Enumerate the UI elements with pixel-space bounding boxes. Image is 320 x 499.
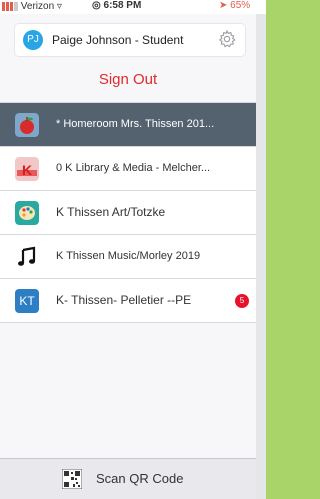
avatar: PJ: [23, 30, 43, 50]
scan-qr-button[interactable]: Scan QR Code: [0, 458, 256, 499]
qr-code-icon: [62, 469, 82, 489]
apple-icon: [15, 113, 39, 137]
alarm-icon: ◎: [92, 0, 101, 11]
class-label: K- Thissen- Pelletier --PE: [56, 293, 192, 307]
class-label: 0 K Library & Media - Melcher...: [56, 162, 211, 174]
user-card[interactable]: PJ Paige Johnson - Student: [14, 23, 246, 57]
clock: ◎ 6:58 PM: [92, 0, 141, 11]
wifi-icon: ▿: [56, 1, 62, 12]
class-row-library[interactable]: K 0 K Library & Media - Melcher...: [0, 147, 256, 191]
background-panel: [256, 0, 266, 499]
carrier: Verizon ▿: [2, 1, 62, 12]
class-label: K Thissen Music/Morley 2019: [56, 250, 201, 262]
palette-icon: [15, 201, 39, 225]
scan-qr-label: Scan QR Code: [96, 471, 184, 486]
battery-percent: 65%: [230, 0, 251, 11]
class-row-art[interactable]: K Thissen Art/Totzke: [0, 191, 256, 235]
svg-text:K: K: [22, 162, 32, 178]
account-header: PJ Paige Johnson - Student Sign Out: [0, 14, 256, 102]
signal-icon: [2, 1, 18, 11]
user-name: Paige Johnson - Student: [52, 33, 184, 47]
battery: ➤ 65%: [219, 0, 250, 11]
notification-badge: 5: [235, 294, 249, 308]
status-bar: Verizon ▿ ◎ 6:58 PM ➤ 65%: [0, 0, 266, 14]
carrier-name: Verizon: [20, 1, 55, 12]
time: 6:58 PM: [103, 0, 142, 11]
class-row-music[interactable]: K Thissen Music/Morley 2019: [0, 235, 256, 279]
class-row-pe[interactable]: KT K- Thissen- Pelletier --PE 5: [0, 279, 256, 323]
app-screen: PJ Paige Johnson - Student Sign Out * Ho…: [0, 0, 256, 499]
gear-icon[interactable]: [217, 29, 237, 49]
class-list: * Homeroom Mrs. Thissen 201... K 0 K Lib…: [0, 102, 256, 323]
sign-out-button[interactable]: Sign Out: [0, 71, 256, 88]
k-library-icon: K: [15, 157, 39, 181]
location-icon: ➤: [219, 0, 228, 11]
class-label: * Homeroom Mrs. Thissen 201...: [56, 118, 215, 130]
class-label: K Thissen Art/Totzke: [56, 205, 166, 219]
class-row-homeroom[interactable]: * Homeroom Mrs. Thissen 201...: [0, 103, 256, 147]
music-note-icon: [18, 246, 36, 266]
kt-initials-icon: KT: [15, 289, 39, 313]
